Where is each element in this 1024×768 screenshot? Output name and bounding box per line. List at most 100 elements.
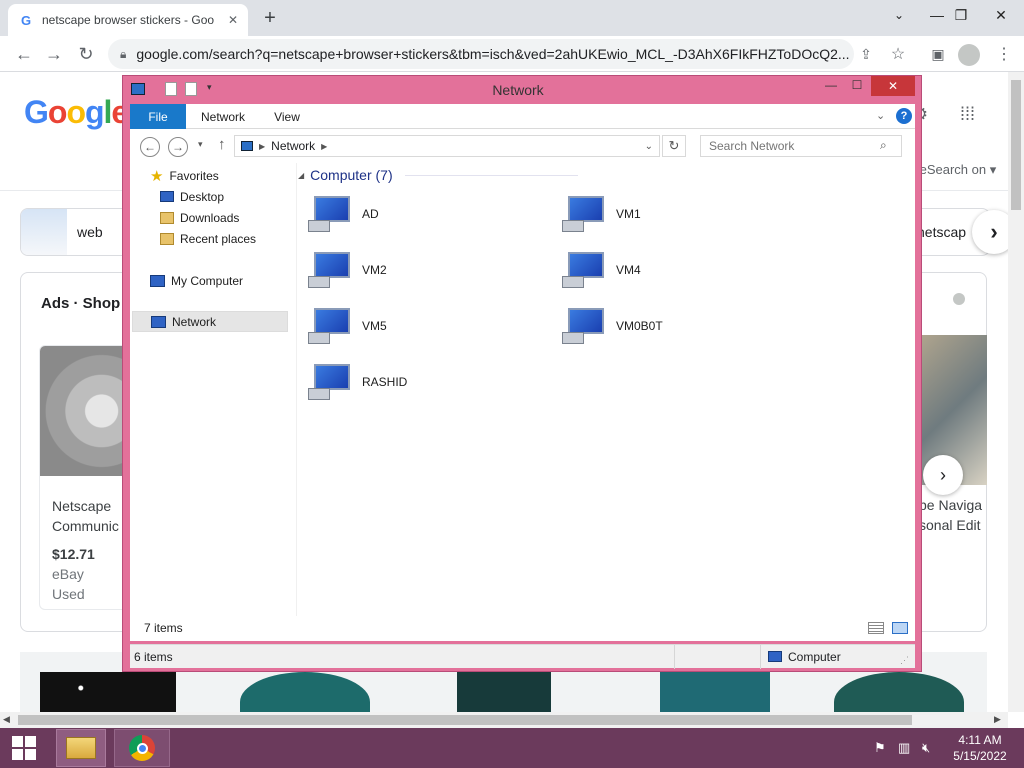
chip-next-arrow-icon[interactable]: › — [972, 210, 1008, 254]
chrome-icon — [129, 735, 155, 761]
explorer-titlebar[interactable]: ▾ Network — ☐ ✕ — [123, 76, 921, 104]
computer-icon — [562, 306, 608, 346]
nav-my-computer[interactable]: My Computer — [150, 270, 243, 291]
tab-view[interactable]: View — [264, 104, 310, 129]
apps-grid-icon[interactable]: ⁞⁞⁞ — [960, 104, 975, 125]
downloads-folder-icon — [160, 211, 174, 224]
chip-web[interactable]: web — [20, 208, 130, 256]
details-view-icon[interactable] — [868, 622, 884, 634]
scrollbar-thumb[interactable] — [18, 715, 912, 725]
explorer-close-button[interactable]: ✕ — [871, 76, 915, 96]
computer-item[interactable]: VM5 — [308, 301, 548, 351]
action-center-flag-icon[interactable]: ⚑ — [874, 740, 886, 756]
resize-grip-icon[interactable]: ⋰ — [900, 655, 909, 666]
chip-label: netscap — [917, 224, 967, 240]
product-name: Netscape — [52, 498, 112, 514]
nav-recent-places[interactable]: Recent places — [160, 228, 256, 249]
nav-label: Downloads — [180, 210, 240, 225]
star-icon: ★ — [150, 167, 164, 185]
group-header[interactable]: ◢ Computer (7) — [298, 165, 578, 185]
back-arrow-icon[interactable]: ← — [10, 40, 38, 68]
address-bar[interactable]: 🔒︎ google.com/search?q=netscape+browser+… — [108, 39, 854, 69]
path-dropdown-icon[interactable]: ⌄ — [645, 141, 653, 152]
browser-tab[interactable]: G netscape browser stickers - Goo ✕ — [8, 4, 248, 36]
image-result[interactable] — [457, 672, 551, 712]
computer-item[interactable]: AD — [308, 189, 548, 239]
tab-title: netscape browser stickers - Goo — [42, 13, 215, 27]
taskbar-explorer-button[interactable] — [56, 729, 106, 767]
explorer-maximize-icon[interactable]: ☐ — [847, 78, 867, 92]
nav-label: Network — [172, 314, 217, 329]
scroll-right-icon[interactable]: ▶ — [994, 714, 1001, 725]
browser-tab-strip: G netscape browser stickers - Goo ✕ + ⌄ … — [0, 0, 1024, 36]
up-arrow-icon[interactable]: ↑ — [218, 136, 226, 153]
side-panel-icon[interactable]: ▣ — [924, 40, 952, 68]
nav-desktop[interactable]: Desktop — [160, 186, 224, 207]
item-count: 7 items — [144, 621, 183, 635]
tab-network[interactable]: Network — [192, 104, 254, 129]
chrome-menu-icon[interactable]: ⋮ — [990, 40, 1018, 68]
computer-icon — [562, 250, 608, 290]
google-logo[interactable]: Google — [24, 94, 129, 131]
computer-item[interactable]: VM1 — [562, 189, 802, 239]
vertical-scrollbar[interactable] — [1008, 72, 1024, 712]
nav-label: Favorites — [169, 168, 219, 183]
computer-icon — [562, 194, 608, 234]
scrollbar-thumb[interactable] — [1011, 80, 1021, 210]
computer-name: RASHID — [362, 375, 408, 389]
tab-file[interactable]: File — [130, 104, 186, 129]
url-text: google.com/search?q=netscape+browser+sti… — [136, 46, 850, 62]
bookmark-star-icon[interactable]: ☆ — [884, 40, 912, 68]
explorer-minimize-icon[interactable]: — — [821, 78, 841, 92]
path-segment[interactable]: Network — [271, 139, 315, 153]
back-button-icon[interactable]: ← — [140, 137, 160, 157]
share-icon[interactable]: ⇪ — [852, 40, 880, 68]
nav-label: My Computer — [171, 273, 244, 288]
info-icon[interactable] — [953, 293, 965, 305]
computer-item[interactable]: VM0B0T — [562, 301, 802, 351]
taskbar-chrome-button[interactable] — [114, 729, 170, 767]
large-icons-view-icon[interactable] — [892, 622, 908, 634]
safesearch-toggle[interactable]: feSearch on ▾ — [916, 162, 996, 178]
recent-locations-icon[interactable]: ▾ — [198, 139, 203, 150]
close-button[interactable]: ✕ — [978, 0, 1024, 30]
volume-muted-icon[interactable]: 🔇︎ — [922, 740, 930, 756]
search-icon[interactable]: ⌕ — [880, 138, 887, 153]
clock[interactable]: 4:11 AM 5/15/2022 — [948, 732, 1012, 764]
nav-network[interactable]: Network — [132, 311, 288, 332]
ribbon-expand-icon[interactable]: ⌄ — [876, 109, 885, 122]
windows-logo-icon — [12, 736, 36, 760]
reload-icon[interactable]: ↻ — [72, 40, 100, 68]
network-tray-icon[interactable]: ▥ — [898, 740, 910, 756]
nav-favorites[interactable]: ★ Favorites — [150, 165, 219, 186]
nav-downloads[interactable]: Downloads — [160, 207, 239, 228]
status-bar: 6 items Computer ⋰ — [130, 644, 915, 669]
search-input[interactable] — [700, 135, 902, 157]
computer-item[interactable]: RASHID — [308, 357, 548, 407]
computer-item[interactable]: VM2 — [308, 245, 548, 295]
chevron-right-icon: ▶ — [321, 141, 328, 151]
pane-divider — [296, 163, 297, 616]
image-result[interactable] — [40, 672, 176, 712]
image-result[interactable] — [660, 672, 770, 712]
new-tab-button[interactable]: + — [258, 4, 282, 32]
horizontal-scrollbar[interactable]: ◀ ▶ — [0, 712, 1008, 728]
computer-icon — [308, 362, 354, 402]
status-item-count: 6 items — [134, 650, 173, 664]
explorer-window: ▾ Network — ☐ ✕ File Network View ⌄ ? ← … — [122, 75, 922, 672]
explorer-body: ★ Favorites Desktop Downloads Recent pla… — [130, 163, 915, 616]
path-box[interactable]: ▶ Network ▶ ⌄ — [234, 135, 660, 157]
start-button[interactable] — [0, 728, 48, 768]
product-card-left[interactable]: Netscape Communic $12.71 eBay Used — [39, 345, 129, 610]
refresh-icon[interactable]: ↻ — [662, 135, 686, 157]
product-name-cont: Communic — [52, 518, 119, 534]
computer-item[interactable]: VM4 — [562, 245, 802, 295]
carousel-next-icon[interactable]: › — [923, 455, 963, 495]
profile-avatar-icon[interactable] — [958, 44, 980, 66]
help-icon[interactable]: ? — [896, 108, 912, 124]
product-card-right[interactable]: pe Naviga sonal Edit — [919, 335, 987, 535]
forward-button-icon[interactable]: → — [168, 137, 188, 157]
scroll-left-icon[interactable]: ◀ — [3, 714, 10, 725]
forward-arrow-icon[interactable]: → — [40, 40, 68, 68]
tab-close-icon[interactable]: ✕ — [228, 13, 238, 27]
